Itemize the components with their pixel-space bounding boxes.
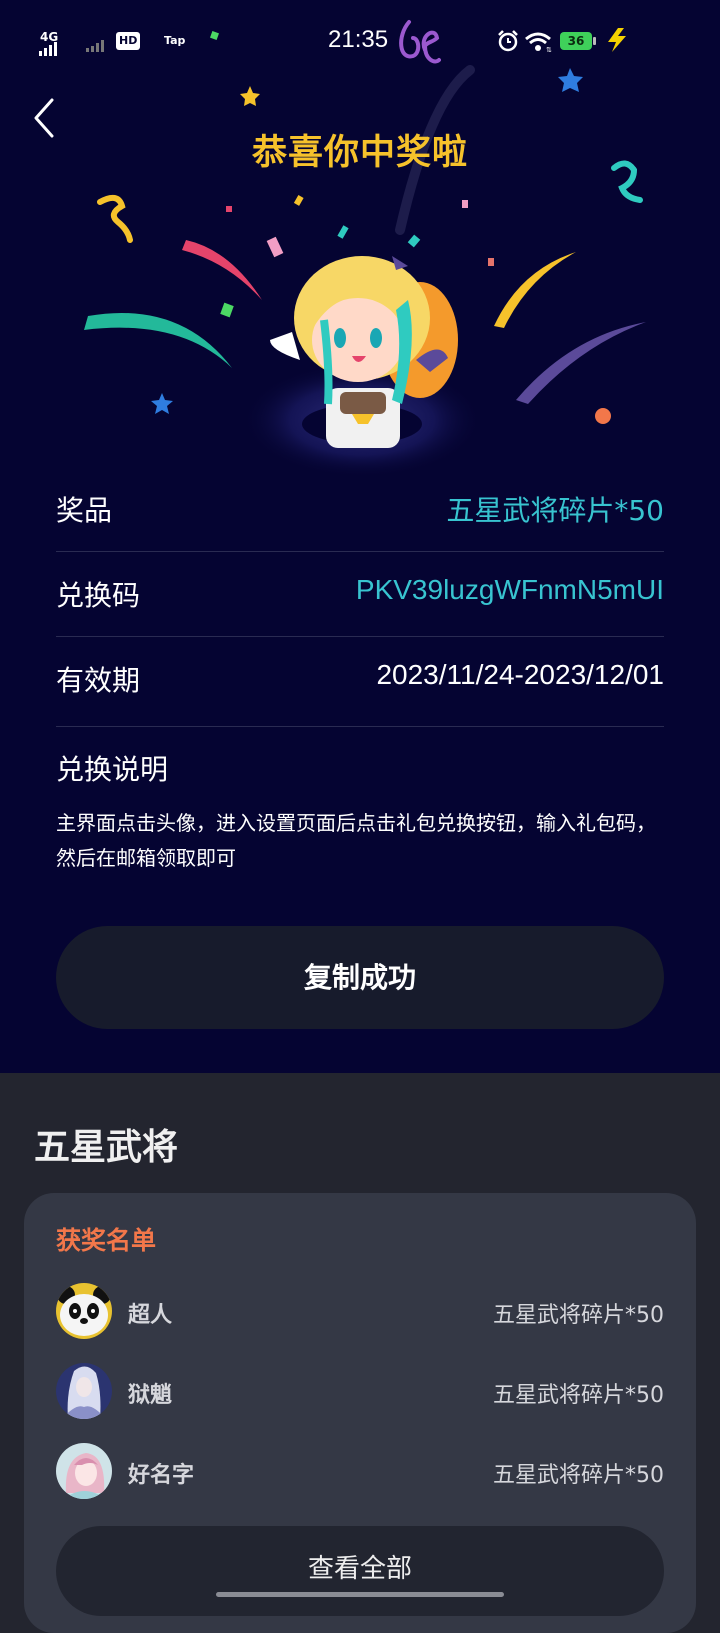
prize-header-section: 4G HD Tap 21:35 ⇅ 36 恭喜你中奖啦 奖品 五星武将碎片*50…: [0, 0, 720, 1073]
winner-row: 狱魈 五星武将碎片*50: [56, 1363, 664, 1423]
code-label: 兑换码: [56, 579, 141, 612]
character-avatar-icon: [56, 1363, 112, 1419]
validity-row: 有效期 2023/11/24-2023/12/01: [56, 637, 664, 727]
prize-row: 奖品 五星武将碎片*50: [56, 467, 664, 552]
winner-row: 好名字 五星武将碎片*50: [56, 1443, 664, 1503]
code-row: 兑换码 PKV39luzgWFnmN5mUI: [56, 552, 664, 637]
section-title: 五星武将: [34, 1127, 179, 1168]
prize-label: 奖品: [56, 494, 113, 527]
winner-name: 狱魈: [128, 1383, 173, 1408]
winner-row: 超人 五星武将碎片*50: [56, 1283, 664, 1343]
winners-list-title: 获奖名单: [56, 1226, 157, 1255]
winner-name: 好名字: [128, 1463, 195, 1488]
instructions-text: 主界面点击头像，进入设置页面后点击礼包兑换按钮，输入礼包码，然后在邮箱领取即可: [56, 811, 656, 870]
validity-label: 有效期: [56, 664, 141, 697]
winner-prize: 五星武将碎片*50: [493, 1303, 664, 1328]
instructions-title: 兑换说明: [56, 753, 169, 786]
validity-value: 2023/11/24-2023/12/01: [376, 659, 664, 690]
winners-card: 获奖名单 超人 五星武将碎片*50 狱魈 五星武将碎片*50 好名字 五星武将碎…: [24, 1193, 696, 1633]
home-indicator[interactable]: [216, 1592, 504, 1597]
anime-girl-avatar-icon: [56, 1443, 112, 1499]
panda-avatar-icon: [56, 1283, 112, 1339]
notification-dot-icon: [210, 31, 219, 40]
panda-avatar[interactable]: [56, 1283, 112, 1339]
winner-prize: 五星武将碎片*50: [493, 1383, 664, 1408]
winner-prize: 五星武将碎片*50: [493, 1463, 664, 1488]
page-title: 恭喜你中奖啦: [251, 133, 468, 173]
view-all-button[interactable]: 查看全部: [56, 1526, 664, 1616]
winner-name: 超人: [128, 1303, 173, 1328]
copy-button[interactable]: 复制成功: [56, 926, 664, 1029]
celebration-illustration: [84, 65, 646, 478]
redemption-code[interactable]: PKV39luzgWFnmN5mUI: [356, 574, 664, 606]
prize-value: 五星武将碎片*50: [446, 494, 664, 527]
character-avatar[interactable]: [56, 1363, 112, 1419]
anime-girl-avatar[interactable]: [56, 1443, 112, 1499]
